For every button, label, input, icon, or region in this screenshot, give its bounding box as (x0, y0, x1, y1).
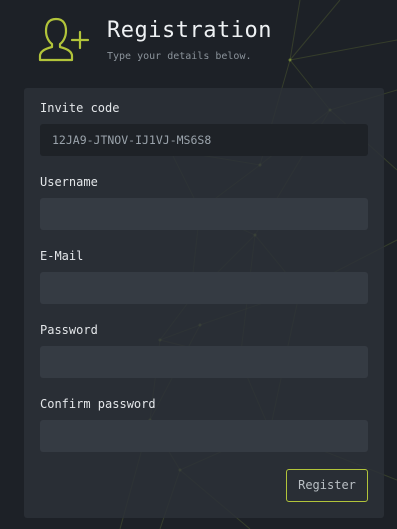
confirm-password-label: Confirm password (40, 397, 156, 411)
username-label: Username (40, 175, 98, 189)
add-user-icon (38, 17, 90, 62)
password-field[interactable] (40, 346, 368, 378)
email-field[interactable] (40, 272, 368, 304)
invite-code-label: Invite code (40, 101, 120, 115)
page-subtitle: Type your details below. (107, 51, 252, 62)
confirm-password-field[interactable] (40, 420, 368, 452)
invite-code-field[interactable]: 12JA9-JTNOV-IJ1VJ-MS6S8 (40, 124, 368, 156)
username-field[interactable] (40, 198, 368, 230)
page-title: Registration (107, 18, 272, 43)
email-label: E-Mail (40, 249, 84, 263)
register-button[interactable]: Register (286, 469, 368, 502)
registration-form: Invite code 12JA9-JTNOV-IJ1VJ-MS6S8 User… (24, 88, 384, 518)
password-label: Password (40, 323, 98, 337)
